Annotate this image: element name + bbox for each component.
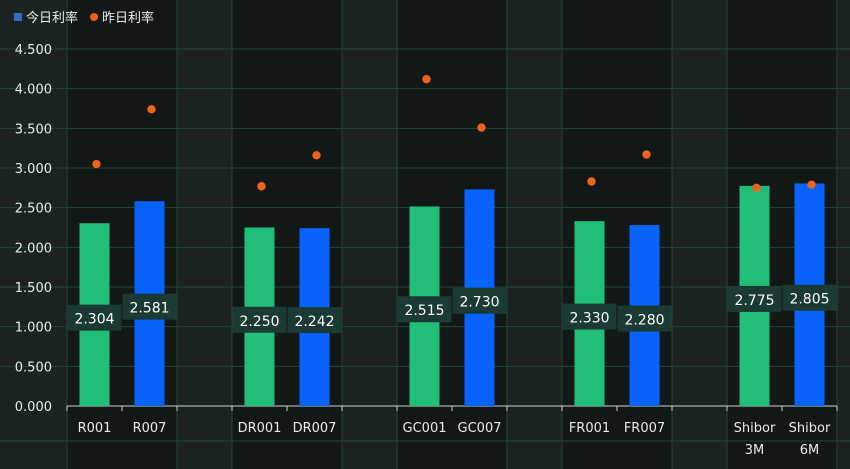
bar-value-label: 2.775 xyxy=(734,293,774,309)
scatter-point xyxy=(642,150,651,159)
y-tick-label: 3.000 xyxy=(15,162,52,177)
y-tick-label: 4.000 xyxy=(15,83,52,98)
bar-value-label: 2.280 xyxy=(624,313,664,329)
background-band xyxy=(837,0,850,469)
x-tick-label: DR001 xyxy=(238,421,282,436)
scatter-point xyxy=(752,183,761,193)
scatter-point xyxy=(92,159,101,169)
scatter-point xyxy=(807,180,816,189)
background-band xyxy=(0,0,67,469)
y-tick-label: 4.500 xyxy=(15,43,52,58)
background-band xyxy=(672,0,727,469)
legend-yesterday-label: 昨日利率 xyxy=(102,11,155,26)
scatter-point xyxy=(257,182,266,191)
x-tick-label: GC001 xyxy=(403,421,447,436)
bar-value-label: 2.242 xyxy=(294,314,334,330)
background-band xyxy=(342,0,397,469)
x-tick-label: FR001 xyxy=(569,421,610,436)
x-tick-label: 6M xyxy=(800,443,820,458)
y-tick-label: 1.000 xyxy=(15,321,52,336)
y-tick-label: 1.500 xyxy=(15,281,52,296)
bar-value-label: 2.730 xyxy=(459,295,499,311)
rate-comparison-chart: 0.000 0.500 1.000 1.500 2.000 2.500 3.000 3.500… xyxy=(0,0,850,469)
bar-value-label: 2.330 xyxy=(569,311,609,327)
x-tick-label: GC007 xyxy=(458,421,502,436)
y-tick-label: 0.500 xyxy=(15,360,52,375)
bar-value-label: 2.805 xyxy=(789,292,829,308)
legend-item-today[interactable]: 今日利率 xyxy=(14,7,78,26)
scatter-point xyxy=(422,74,431,84)
bar-value-label: 2.581 xyxy=(129,301,169,317)
x-tick-label: Shibor xyxy=(734,421,776,436)
x-tick-label: 3M xyxy=(745,443,765,458)
chart-legend: 今日利率 昨日利率 xyxy=(14,7,154,26)
bar-value-label: 2.304 xyxy=(74,312,114,328)
background-band xyxy=(177,0,232,469)
legend-item-yesterday[interactable]: 昨日利率 xyxy=(90,7,154,26)
scatter-point xyxy=(477,123,486,132)
background-band xyxy=(507,0,562,469)
bar-value-label: 2.515 xyxy=(404,303,444,319)
legend-yesterday-swatch xyxy=(90,12,99,21)
x-tick-label: R001 xyxy=(78,421,112,436)
scatter-point xyxy=(587,177,596,186)
y-tick-label: 3.500 xyxy=(15,122,52,137)
bar-value-label: 2.250 xyxy=(239,314,279,330)
scatter-point xyxy=(147,105,156,114)
x-tick-label: FR007 xyxy=(624,421,665,436)
legend-today-swatch xyxy=(14,12,22,21)
y-tick-label: 0.000 xyxy=(15,400,52,415)
legend-today-label: 今日利率 xyxy=(26,11,79,26)
y-tick-label: 2.000 xyxy=(15,241,52,256)
y-tick-label: 2.500 xyxy=(15,202,52,217)
scatter-point xyxy=(312,151,321,160)
x-tick-label: DR007 xyxy=(293,421,337,436)
x-tick-label: Shibor xyxy=(789,421,831,436)
x-tick-label: R007 xyxy=(133,421,167,436)
